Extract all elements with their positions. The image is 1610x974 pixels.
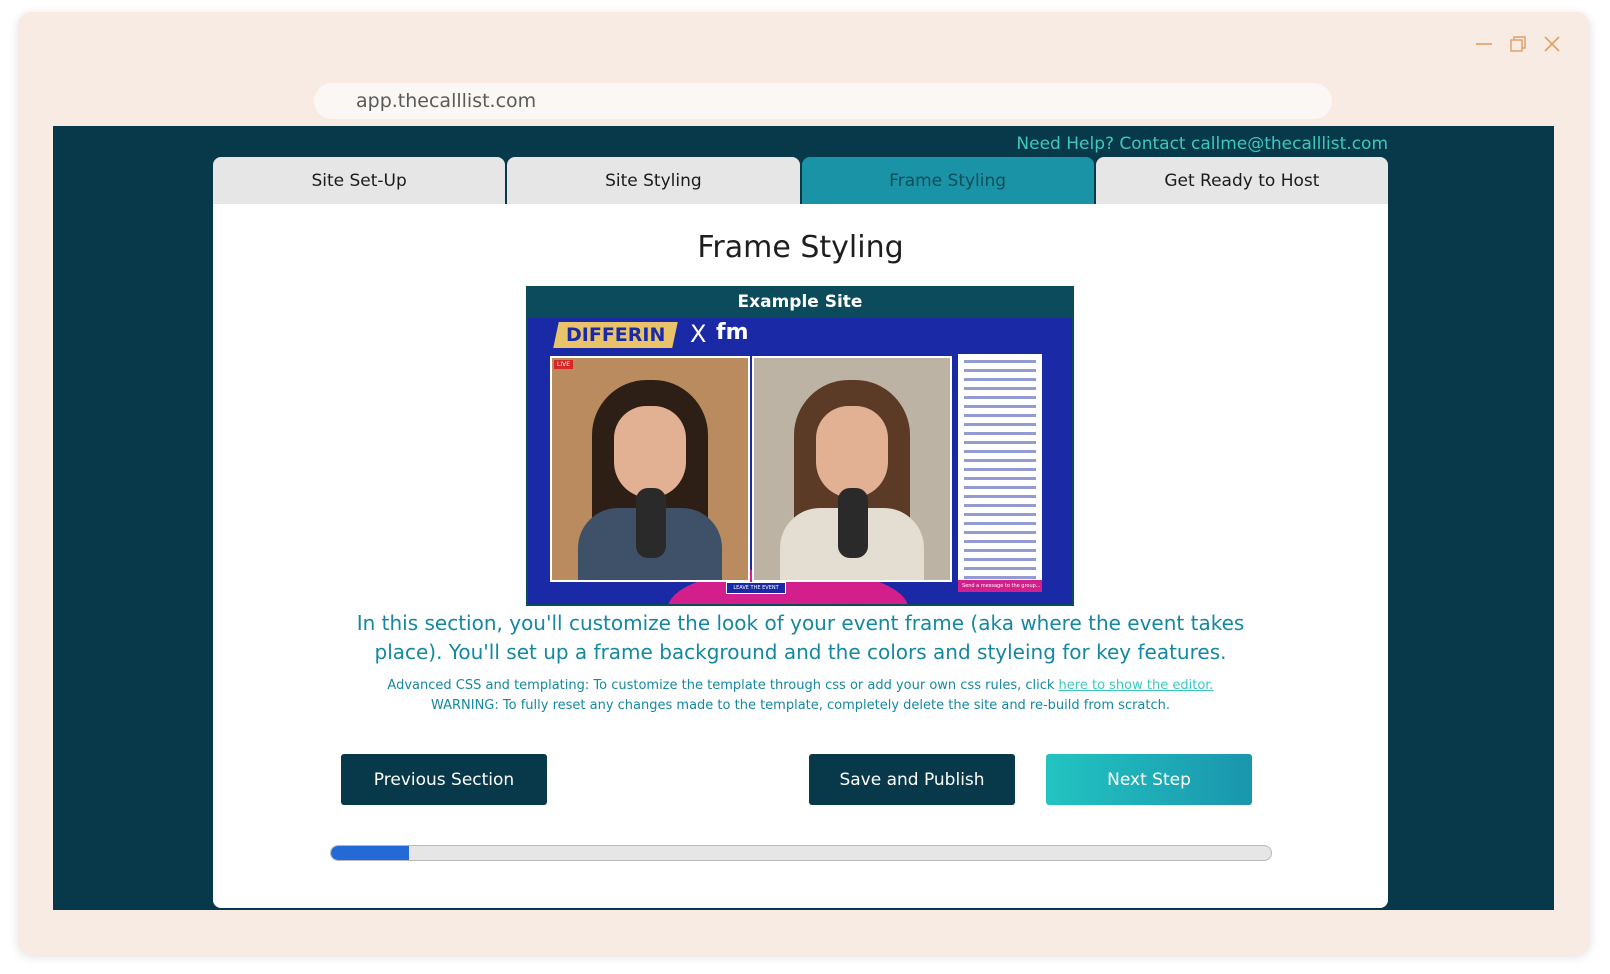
chat-message (964, 360, 1036, 363)
live-badge: LIVE (554, 360, 574, 369)
close-icon[interactable] (1542, 34, 1562, 54)
window-controls (1474, 34, 1562, 54)
microphone-icon (636, 488, 666, 558)
next-step-button[interactable]: Next Step (1046, 754, 1252, 805)
wizard-tabs: Site Set-Up Site Styling Frame Styling G… (213, 157, 1388, 204)
chat-message (964, 468, 1036, 471)
tab-site-setup[interactable]: Site Set-Up (213, 157, 506, 204)
chat-message (964, 414, 1036, 417)
leave-event-button: LEAVE THE EVENT (726, 582, 786, 594)
advanced-css-text: Advanced CSS and templating: To customiz… (387, 678, 1059, 693)
chat-message (964, 531, 1036, 534)
chat-message (964, 504, 1036, 507)
warning-note: WARNING: To fully reset any changes made… (430, 698, 1171, 713)
chat-message (964, 441, 1036, 444)
progress-bar-fill (331, 846, 410, 860)
chat-message (964, 432, 1036, 435)
chat-message (964, 549, 1036, 552)
progress-bar (330, 845, 1272, 861)
person-face (614, 406, 686, 498)
chat-message (964, 477, 1036, 480)
video-tile-host: LIVE (550, 356, 750, 582)
chat-message (964, 540, 1036, 543)
advanced-css-note: Advanced CSS and templating: To customiz… (273, 676, 1328, 696)
advanced-notes: Advanced CSS and templating: To customiz… (273, 676, 1328, 716)
app-frame: Need Help? Contact callme@thecalllist.co… (53, 126, 1554, 910)
content-panel: Frame Styling Example Site DIFFERIN X fm… (213, 204, 1388, 908)
previous-section-button[interactable]: Previous Section (341, 754, 547, 805)
address-bar-url: app.thecalllist.com (356, 90, 537, 112)
chat-message (964, 396, 1036, 399)
tab-site-styling[interactable]: Site Styling (507, 157, 800, 204)
section-intro: In this section, you'll customize the lo… (356, 611, 1245, 664)
chat-message (964, 558, 1036, 561)
brand-x: X (690, 320, 707, 348)
microphone-icon (838, 488, 868, 558)
address-bar[interactable]: app.thecalllist.com (314, 83, 1332, 119)
page-title: Frame Styling (697, 230, 904, 265)
chat-message (964, 513, 1036, 516)
chat-message (964, 576, 1036, 579)
help-contact-link[interactable]: Need Help? Contact callme@thecalllist.co… (1016, 134, 1388, 154)
chat-message (964, 405, 1036, 408)
chat-message (964, 387, 1036, 390)
brand-logo-text: DIFFERIN (566, 324, 666, 346)
chat-message (964, 423, 1036, 426)
chat-message (964, 378, 1036, 381)
chat-send-bar: Send a message to the group... (958, 580, 1042, 592)
partner-logo: fm (716, 320, 749, 345)
chat-message (964, 459, 1036, 462)
person-face (816, 406, 888, 498)
chat-message (964, 486, 1036, 489)
example-frame: DIFFERIN X fm LIVE Send a message to the… (528, 318, 1072, 604)
chat-message (964, 567, 1036, 570)
chat-panel: Send a message to the group... (958, 354, 1042, 592)
chat-message (964, 450, 1036, 453)
video-tile-guest (752, 356, 952, 582)
chat-message (964, 522, 1036, 525)
save-and-publish-button[interactable]: Save and Publish (809, 754, 1015, 805)
minimize-icon[interactable] (1474, 34, 1494, 54)
example-site-preview: Example Site DIFFERIN X fm LIVE Send a m… (526, 286, 1074, 606)
chat-message (964, 369, 1036, 372)
tab-get-ready-to-host[interactable]: Get Ready to Host (1095, 157, 1388, 204)
chat-message (964, 495, 1036, 498)
example-site-heading: Example Site (737, 292, 863, 312)
show-editor-link[interactable]: here to show the editor. (1059, 678, 1214, 693)
tab-frame-styling[interactable]: Frame Styling (801, 157, 1094, 204)
brand-logo: DIFFERIN (553, 322, 679, 348)
restore-icon[interactable] (1508, 34, 1528, 54)
